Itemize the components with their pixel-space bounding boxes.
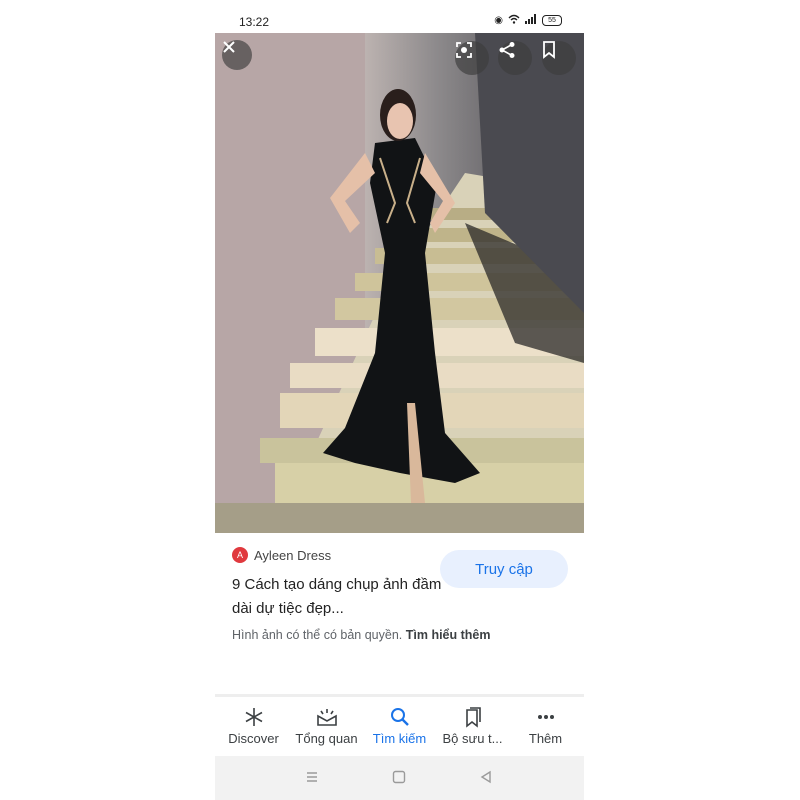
- share-button[interactable]: [498, 41, 532, 75]
- asterisk-icon: [245, 708, 262, 726]
- lens-button[interactable]: [455, 41, 489, 75]
- collections-icon: [465, 707, 481, 728]
- status-icons: ◉ 55: [494, 14, 562, 27]
- nav-label: Thêm: [528, 731, 563, 746]
- more-icon: [537, 715, 554, 719]
- search-icon: [390, 708, 409, 726]
- close-icon: [223, 41, 235, 53]
- home-icon[interactable]: [392, 770, 406, 789]
- status-time: 13:22: [239, 15, 270, 29]
- menu-icon[interactable]: [305, 770, 319, 789]
- photo-illustration: [215, 33, 584, 533]
- copyright-notice: Hình ảnh có thể có bản quyền. Tìm hiểu t…: [232, 628, 490, 642]
- back-icon[interactable]: [479, 770, 493, 789]
- nav-label: Tìm kiếm: [372, 731, 427, 746]
- nav-discover[interactable]: Discover: [219, 697, 288, 755]
- nav-more[interactable]: Thêm: [511, 697, 580, 755]
- close-button[interactable]: [222, 40, 252, 70]
- bookmark-icon: [543, 41, 555, 59]
- source-name: Ayleen Dress: [254, 547, 332, 563]
- eye-icon: ◉: [494, 15, 503, 26]
- learn-more-link[interactable]: Tìm hiểu thêm: [406, 628, 491, 642]
- source-row[interactable]: A Ayleen Dress: [232, 547, 331, 563]
- result-image[interactable]: [215, 33, 584, 533]
- lens-icon: [456, 42, 472, 58]
- copyright-text: Hình ảnh có thể có bản quyền.: [232, 628, 406, 642]
- wifi-icon: [508, 14, 520, 27]
- nav-updates[interactable]: Tổng quan: [292, 697, 361, 755]
- nav-collections[interactable]: Bộ sưu t...: [438, 697, 507, 755]
- system-nav-bar: [215, 756, 584, 800]
- updates-icon: [316, 709, 337, 726]
- share-icon: [499, 42, 515, 58]
- visit-button[interactable]: Truy cập: [440, 550, 568, 588]
- result-title[interactable]: 9 Cách tạo dáng chụp ảnh đầm dài dự tiệc…: [232, 573, 447, 621]
- battery-icon: 55: [542, 15, 562, 26]
- nav-label: Tổng quan: [295, 731, 358, 746]
- signal-icon: [525, 14, 537, 27]
- status-bar: 13:22 ◉ 55: [215, 0, 584, 33]
- nav-search[interactable]: Tìm kiếm: [365, 697, 434, 755]
- save-button[interactable]: [542, 41, 576, 75]
- source-logo: A: [232, 547, 248, 563]
- bottom-nav: Discover Tổng quan Tìm kiếm Bộ sưu t... …: [215, 697, 584, 755]
- nav-label: Bộ sưu t...: [442, 731, 503, 746]
- phone-screen: 13:22 ◉ 55 A Ayleen Dress 9 Cách tạo dán…: [215, 0, 584, 800]
- nav-label: Discover: [228, 731, 279, 746]
